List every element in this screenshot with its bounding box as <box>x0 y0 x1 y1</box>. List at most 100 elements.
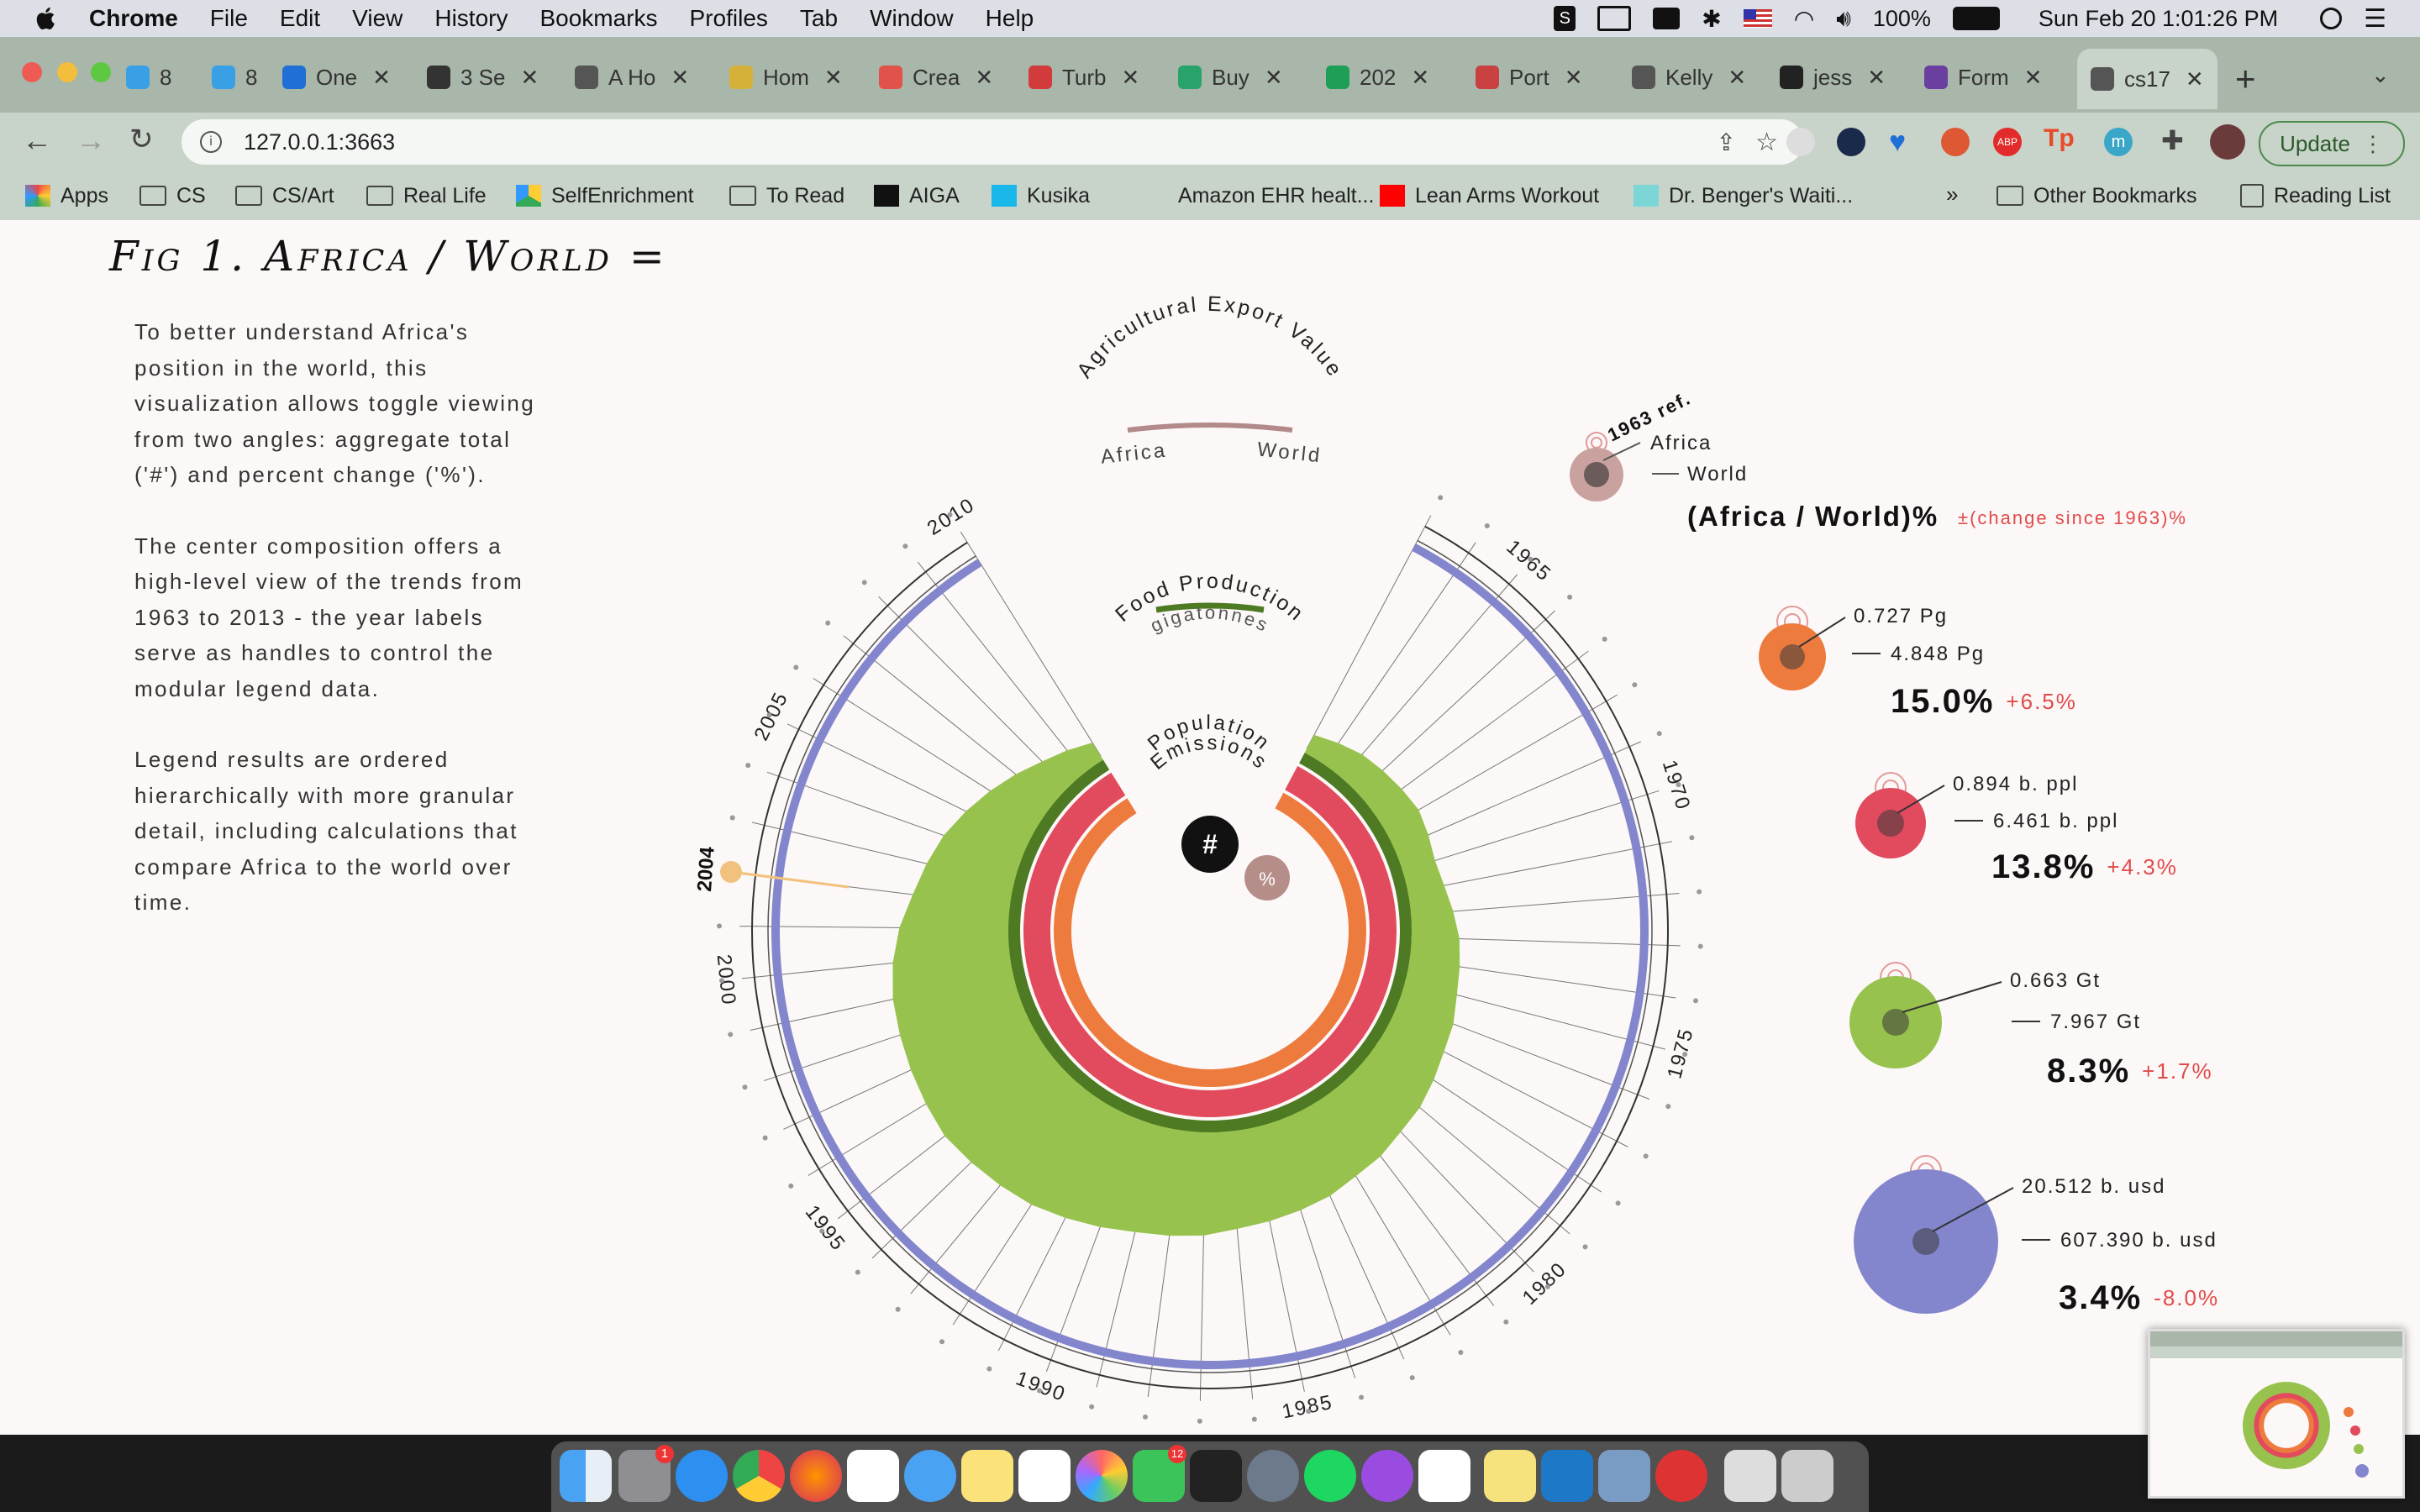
browser-tab[interactable]: jess ✕ <box>1780 62 1886 92</box>
year-dot[interactable] <box>855 1269 860 1275</box>
year-dot[interactable] <box>1089 1404 1095 1410</box>
menu-bookmarks[interactable]: Bookmarks <box>539 5 657 32</box>
tab-close-icon[interactable]: ✕ <box>1728 65 1746 91</box>
year-dot[interactable] <box>1656 731 1662 737</box>
year-tick-label[interactable]: 1995 <box>801 1201 850 1256</box>
back-button[interactable]: ← <box>22 123 52 158</box>
tab-close-icon[interactable]: ✕ <box>671 65 689 91</box>
year-dot[interactable] <box>1567 594 1573 600</box>
extension-tp-icon[interactable]: Tp <box>2044 124 2075 153</box>
dock-spotify-icon[interactable] <box>1304 1450 1356 1502</box>
bookmark-item[interactable]: Real Life <box>366 181 487 210</box>
share-icon[interactable]: ⇪ <box>1717 129 1736 156</box>
browser-tab[interactable]: 8 <box>212 62 257 92</box>
year-dot[interactable] <box>729 815 735 821</box>
forward-button[interactable]: → <box>76 123 106 158</box>
dock-stickies-icon[interactable] <box>1484 1450 1536 1502</box>
bookmark-item[interactable]: CS/Art <box>235 181 334 210</box>
year-dot[interactable] <box>719 978 725 984</box>
year-dot[interactable] <box>1689 835 1695 841</box>
extension-clock-icon[interactable] <box>1837 128 1865 156</box>
menu-tab[interactable]: Tab <box>800 5 838 32</box>
year-dot[interactable] <box>861 580 867 585</box>
browser-tab[interactable]: Crea ✕ <box>879 62 993 92</box>
year-dot[interactable] <box>902 543 908 549</box>
year-handle[interactable] <box>720 861 742 883</box>
dock-chrome-icon[interactable] <box>733 1450 785 1502</box>
bluetooth-icon[interactable]: ✱ <box>1702 5 1721 33</box>
menu-history[interactable]: History <box>434 5 508 32</box>
window-zoom-button[interactable] <box>91 62 111 82</box>
year-dot[interactable] <box>745 763 751 769</box>
new-tab-button[interactable]: + <box>2235 59 2256 99</box>
year-dot[interactable] <box>742 1084 748 1090</box>
browser-tab[interactable]: Hom ✕ <box>729 62 843 92</box>
browser-tab[interactable]: cs17 ✕ <box>2077 49 2217 109</box>
year-dot[interactable] <box>895 1306 901 1312</box>
dock-calendar-icon[interactable] <box>847 1450 899 1502</box>
browser-tab[interactable]: Kelly ✕ <box>1632 62 1746 92</box>
window-close-button[interactable] <box>22 62 42 82</box>
browser-tab[interactable]: 202 ✕ <box>1326 62 1429 92</box>
year-dot[interactable] <box>1037 1388 1043 1394</box>
browser-tab[interactable]: 3 Se ✕ <box>427 62 539 92</box>
year-dot[interactable] <box>1438 495 1444 501</box>
bookmark-item[interactable]: CS <box>139 181 206 210</box>
year-dot[interactable] <box>1251 1416 1257 1422</box>
year-tick-label[interactable]: 1990 <box>1013 1367 1069 1406</box>
tab-close-icon[interactable]: ✕ <box>1411 65 1429 91</box>
dock-safari-icon[interactable] <box>676 1450 728 1502</box>
year-dot[interactable] <box>728 1032 734 1037</box>
bookmark-item[interactable]: Dr. Benger's Waiti... <box>1634 181 1853 210</box>
browser-tab[interactable]: Port ✕ <box>1476 62 1582 92</box>
spotlight-icon[interactable] <box>2320 8 2343 29</box>
dock-trash-icon[interactable] <box>1781 1450 1833 1502</box>
year-tick-label[interactable]: 1980 <box>1518 1257 1571 1310</box>
year-dot[interactable] <box>793 664 799 670</box>
year-dot[interactable] <box>1665 1104 1671 1110</box>
dock-slack-icon[interactable] <box>1418 1450 1470 1502</box>
year-dot[interactable] <box>1602 636 1607 642</box>
tab-close-icon[interactable]: ✕ <box>521 65 539 91</box>
year-dot[interactable] <box>1697 943 1703 949</box>
menu-file[interactable]: File <box>210 5 248 32</box>
year-tick-label[interactable]: 1975 <box>1663 1026 1698 1081</box>
menu-edit[interactable]: Edit <box>280 5 320 32</box>
tab-close-icon[interactable]: ✕ <box>372 65 391 91</box>
year-dot[interactable] <box>1682 1052 1688 1058</box>
profile-avatar[interactable] <box>2210 124 2245 160</box>
bookmark-reading-list[interactable]: Reading List <box>2240 181 2391 210</box>
bookmark-item[interactable]: SelfEnrichment <box>516 181 694 210</box>
bookmark-item[interactable]: Apps <box>25 181 108 210</box>
dock-podcasts-icon[interactable] <box>1361 1450 1413 1502</box>
year-dot[interactable] <box>1306 1409 1312 1415</box>
url-text[interactable]: 127.0.0.1:3663 <box>244 129 395 155</box>
selected-year-label[interactable]: 2004 <box>693 846 719 893</box>
tab-search-chevron-icon[interactable]: ⌄ <box>2371 62 2390 88</box>
bookmark-item[interactable]: Amazon EHR healt... <box>1143 181 1374 210</box>
window-minimize-button[interactable] <box>57 62 77 82</box>
year-dot[interactable] <box>788 1183 794 1189</box>
year-dot[interactable] <box>1544 1284 1550 1289</box>
airplay-icon[interactable] <box>1597 6 1632 31</box>
volume-icon[interactable]: 🔊︎ <box>1836 5 1851 33</box>
year-dot[interactable] <box>1582 1244 1588 1250</box>
year-dot[interactable] <box>986 1366 992 1372</box>
year-dot[interactable] <box>819 1228 825 1234</box>
year-dot[interactable] <box>1484 523 1490 529</box>
year-tick-label[interactable]: 1985 <box>1280 1391 1335 1424</box>
year-dot[interactable] <box>1697 889 1702 895</box>
battery-icon[interactable] <box>1952 7 2000 30</box>
year-dot[interactable] <box>1676 782 1681 788</box>
toggle-total-button[interactable]: # <box>1181 816 1239 873</box>
browser-tab[interactable]: A Ho ✕ <box>575 62 689 92</box>
dock-documents-icon[interactable] <box>1724 1450 1776 1502</box>
year-dot[interactable] <box>939 1339 945 1345</box>
year-dot[interactable] <box>1528 556 1534 562</box>
dock-photos-icon[interactable] <box>1076 1450 1128 1502</box>
dock-preview-icon[interactable] <box>1598 1450 1650 1502</box>
dock-finder-icon[interactable] <box>560 1450 612 1502</box>
menu-view[interactable]: View <box>352 5 402 32</box>
update-button[interactable]: Update ⋮ <box>2259 121 2405 166</box>
menu-profiles[interactable]: Profiles <box>690 5 768 32</box>
